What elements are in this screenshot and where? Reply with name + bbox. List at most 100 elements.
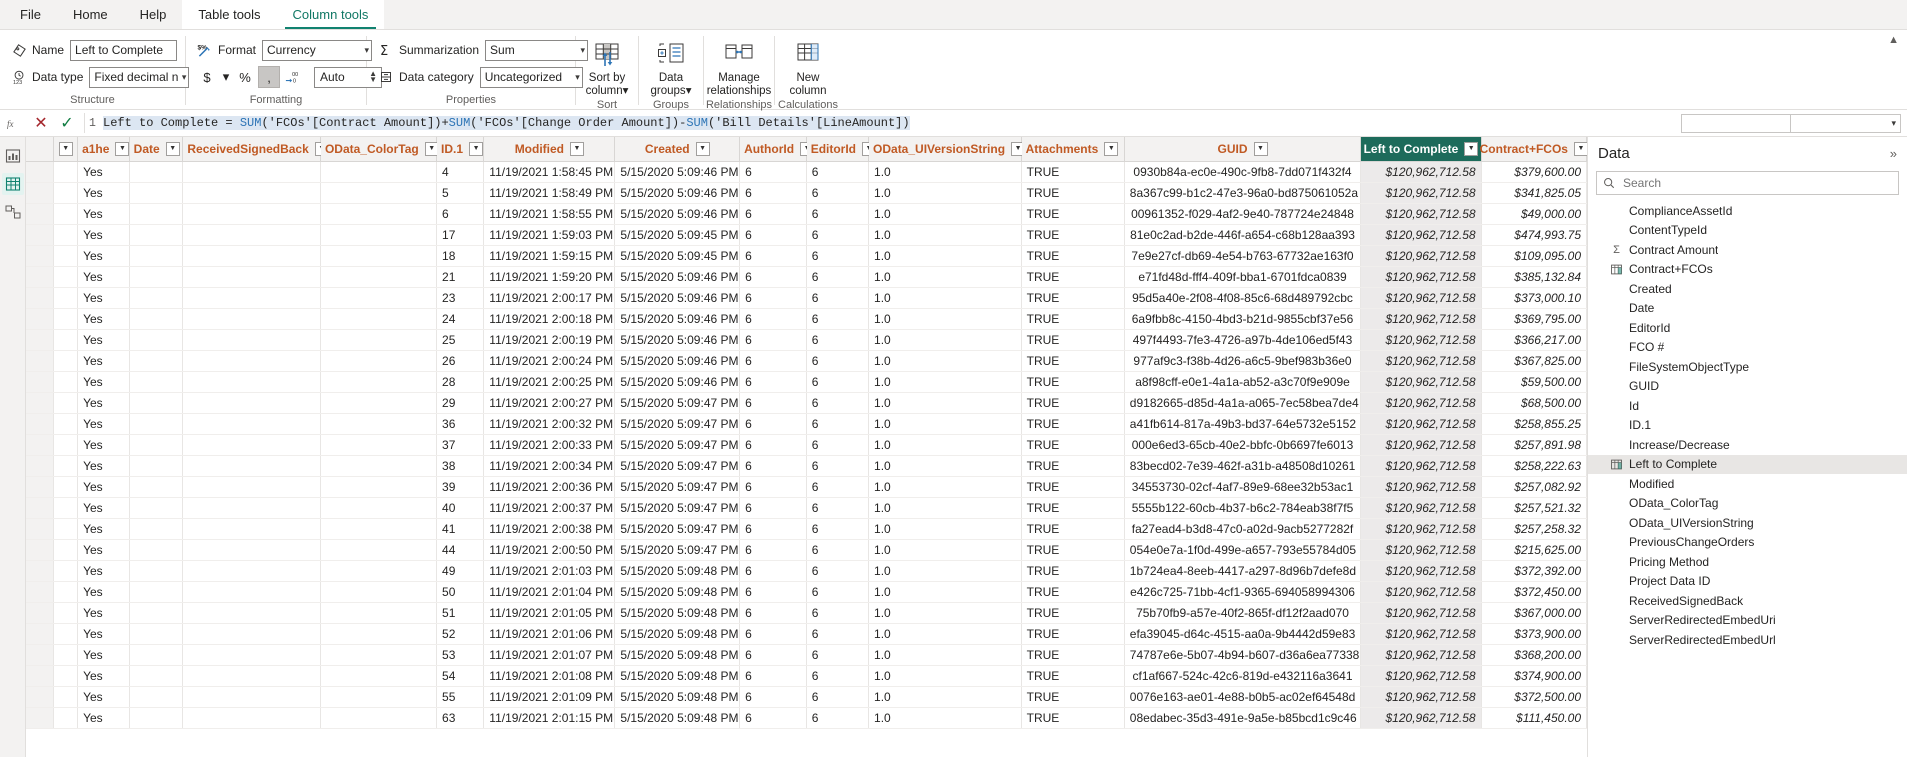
column-name-input[interactable]: Left to Complete (70, 39, 178, 61)
cell-guid[interactable]: 74787e6e-5b07-4b94-b607-d36a6ea77338 (1124, 644, 1362, 666)
cell-guid[interactable]: 8a367c99-b1c2-47e3-96a0-bd875061052a (1124, 182, 1362, 204)
table-row[interactable]: Yes 40 11/19/2021 2:00:37 PM 5/15/2020 5:09… (26, 497, 1587, 519)
cell-blank[interactable] (26, 539, 55, 561)
formula-input[interactable]: Left to Complete = SUM('FCOs'[Contract A… (103, 110, 1681, 136)
cell-guid[interactable]: 054e0e7a-1f0d-499e-a657-793e55784d05 (1124, 539, 1362, 561)
cell-left-to-complete[interactable]: $120,962,712.58 (1360, 686, 1482, 708)
cell-contract-fcos[interactable]: $341,825.05 (1481, 182, 1587, 204)
cell-blank[interactable] (53, 707, 79, 729)
cell-guid[interactable]: 000e6ed3-65cb-40e2-bbfc-0b6697fe6013 (1124, 434, 1362, 456)
cell-a1he[interactable]: Yes (77, 665, 130, 687)
cell-attachments[interactable]: TRUE (1021, 224, 1125, 246)
formula-bar-dropdown[interactable]: ▾ (1791, 113, 1901, 133)
cell-attachments[interactable]: TRUE (1021, 308, 1125, 330)
cell-odata-uiversionstring[interactable]: 1.0 (868, 308, 1022, 330)
cell-id-1[interactable]: 44 (436, 539, 485, 561)
cell-editorid[interactable]: 6 (806, 266, 870, 288)
thousands-separator-button[interactable]: , (258, 66, 280, 88)
cell-receivedsignedback[interactable] (182, 308, 321, 330)
cell-odata-uiversionstring[interactable]: 1.0 (868, 581, 1022, 603)
cell-editorid[interactable]: 6 (806, 329, 870, 351)
cell-created[interactable]: 5/15/2020 5:09:46 PM (614, 350, 741, 372)
field-item-project-data-id[interactable]: Project Data ID (1588, 572, 1907, 592)
cell-modified[interactable]: 11/19/2021 1:58:55 PM (483, 203, 616, 225)
cell-odata-colortag[interactable] (320, 182, 438, 204)
cell-date[interactable] (129, 665, 184, 687)
cell-guid[interactable]: a41fb614-817a-49b3-bd37-64e5732e5152 (1124, 413, 1362, 435)
cell-date[interactable] (129, 476, 184, 498)
cell-contract-fcos[interactable]: $379,600.00 (1481, 161, 1587, 183)
field-item-serverredirectedembedurl[interactable]: ServerRedirectedEmbedUrl (1588, 630, 1907, 650)
cell-guid[interactable]: 08edabec-35d3-491e-9a5e-b85bcd1c9c46 (1124, 707, 1362, 729)
column-header-odata-colortag[interactable]: OData_ColorTag ▼ (320, 137, 439, 162)
cell-id-1[interactable]: 5 (436, 182, 485, 204)
cell-left-to-complete[interactable]: $120,962,712.58 (1360, 644, 1482, 666)
cell-modified[interactable]: 11/19/2021 2:00:34 PM (483, 455, 616, 477)
cell-guid[interactable]: 81e0c2ad-b2de-446f-a654-c68b128aa393 (1124, 224, 1362, 246)
cell-date[interactable] (129, 182, 184, 204)
cell-created[interactable]: 5/15/2020 5:09:48 PM (614, 560, 741, 582)
cell-guid[interactable]: 83becd02-7e39-462f-a31b-a48508d10261 (1124, 455, 1362, 477)
new-column-button[interactable]: New column (785, 36, 831, 98)
cell-created[interactable]: 5/15/2020 5:09:46 PM (614, 182, 741, 204)
cell-guid[interactable]: cf1af667-524c-42c6-819d-e432116a3641 (1124, 665, 1362, 687)
cell-a1he[interactable]: Yes (77, 434, 130, 456)
cell-contract-fcos[interactable]: $109,095.00 (1481, 245, 1587, 267)
cell-odata-colortag[interactable] (320, 455, 438, 477)
cell-modified[interactable]: 11/19/2021 2:00:24 PM (483, 350, 616, 372)
cell-id-1[interactable]: 17 (436, 224, 485, 246)
table-row[interactable]: Yes 29 11/19/2021 2:00:27 PM 5/15/2020 5:09… (26, 392, 1587, 414)
column-header-guid[interactable]: GUID ▼ (1124, 137, 1362, 162)
cell-date[interactable] (129, 581, 184, 603)
field-item-id-1[interactable]: ID.1 (1588, 416, 1907, 436)
field-item-contract-fcos[interactable]: Contract+FCOs (1588, 260, 1907, 280)
table-row[interactable]: Yes 25 11/19/2021 2:00:19 PM 5/15/2020 5:09… (26, 329, 1587, 351)
cell-odata-uiversionstring[interactable]: 1.0 (868, 476, 1022, 498)
cell-blank[interactable] (53, 371, 79, 393)
cell-editorid[interactable]: 6 (806, 707, 870, 729)
cell-modified[interactable]: 11/19/2021 2:00:18 PM (483, 308, 616, 330)
field-item-pricing-method[interactable]: Pricing Method (1588, 552, 1907, 572)
table-row[interactable]: Yes 53 11/19/2021 2:01:07 PM 5/15/2020 5:09… (26, 644, 1587, 666)
cell-odata-uiversionstring[interactable]: 1.0 (868, 392, 1022, 414)
cell-odata-uiversionstring[interactable]: 1.0 (868, 560, 1022, 582)
column-header-odata-uiversionstring[interactable]: OData_UIVersionString ▼ (868, 137, 1026, 162)
cell-a1he[interactable]: Yes (77, 371, 130, 393)
cell-a1he[interactable]: Yes (77, 287, 130, 309)
data-type-dropdown[interactable]: Fixed decimal num... ▾ (89, 66, 190, 88)
cell-odata-colortag[interactable] (320, 623, 438, 645)
column-filter-button[interactable]: ▼ (1104, 141, 1119, 156)
cell-created[interactable]: 5/15/2020 5:09:47 PM (614, 434, 741, 456)
cell-attachments[interactable]: TRUE (1021, 581, 1125, 603)
cell-modified[interactable]: 11/19/2021 2:00:37 PM (483, 497, 616, 519)
cell-blank[interactable] (53, 224, 79, 246)
cell-editorid[interactable]: 6 (806, 602, 870, 624)
cell-receivedsignedback[interactable] (182, 623, 321, 645)
cell-blank[interactable] (53, 476, 79, 498)
cell-id-1[interactable]: 37 (436, 434, 485, 456)
cell-editorid[interactable]: 6 (806, 434, 870, 456)
cell-odata-colortag[interactable] (320, 371, 438, 393)
cell-blank[interactable] (26, 413, 55, 435)
cell-authorid[interactable]: 6 (739, 455, 807, 477)
cell-odata-colortag[interactable] (320, 350, 438, 372)
field-item-contenttypeid[interactable]: ContentTypeId (1588, 221, 1907, 241)
cell-contract-fcos[interactable]: $59,500.00 (1481, 371, 1587, 393)
cell-blank[interactable] (26, 287, 55, 309)
cell-created[interactable]: 5/15/2020 5:09:45 PM (614, 224, 741, 246)
cell-blank[interactable] (53, 686, 79, 708)
cell-created[interactable]: 5/15/2020 5:09:46 PM (614, 308, 741, 330)
cell-date[interactable] (129, 686, 184, 708)
cell-date[interactable] (129, 245, 184, 267)
table-row[interactable]: Yes 17 11/19/2021 1:59:03 PM 5/15/2020 5:09… (26, 224, 1587, 246)
cell-modified[interactable]: 11/19/2021 2:01:07 PM (483, 644, 616, 666)
cell-authorid[interactable]: 6 (739, 686, 807, 708)
field-item-previouschangeorders[interactable]: PreviousChangeOrders (1588, 533, 1907, 553)
format-dropdown[interactable]: Currency ▾ (262, 39, 373, 61)
cell-editorid[interactable]: 6 (806, 539, 870, 561)
cell-a1he[interactable]: Yes (77, 161, 130, 183)
cell-date[interactable] (129, 560, 184, 582)
cell-blank[interactable] (53, 518, 79, 540)
cell-date[interactable] (129, 707, 184, 729)
column-header-id-1[interactable]: ID.1 ▼ (436, 137, 485, 162)
